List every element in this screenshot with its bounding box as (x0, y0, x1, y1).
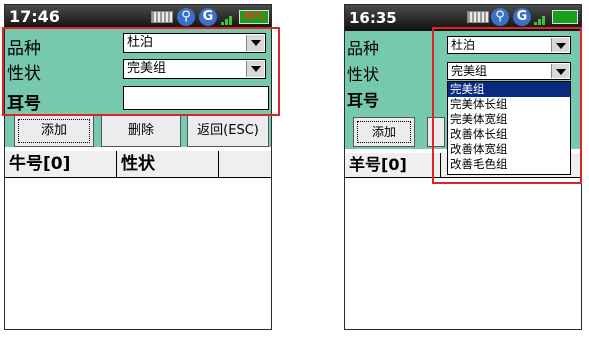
delete-button[interactable]: 删除 (101, 115, 181, 147)
clock: 17:46 (9, 7, 60, 26)
signal-icon (221, 13, 235, 25)
battery-icon: 86% (239, 10, 269, 24)
table-body[interactable] (345, 178, 581, 329)
usb-icon: ⚲ (491, 8, 509, 26)
highlight-box (432, 27, 582, 184)
keyboard-icon[interactable] (151, 11, 173, 23)
clock: 16:35 (349, 9, 397, 27)
column-header-sheep-id[interactable]: 羊号[0] (345, 153, 441, 177)
add-button[interactable]: 添加 (353, 117, 415, 147)
add-button[interactable]: 添加 (14, 115, 94, 147)
gprs-icon: G (513, 8, 531, 26)
back-button[interactable]: 返回(ESC) (187, 115, 269, 147)
gprs-icon: G (199, 8, 217, 26)
table-header: 牛号[0] 性状 (5, 151, 271, 178)
status-bar: 17:46 ⚲ G 86% (5, 5, 271, 29)
highlight-box (2, 27, 280, 116)
battery-icon (552, 10, 578, 24)
usb-icon: ⚲ (177, 8, 195, 26)
table-body[interactable] (5, 178, 271, 329)
column-header-trait[interactable]: 性状 (117, 151, 219, 177)
trait-label: 性状 (347, 65, 380, 84)
keyboard-icon[interactable] (467, 11, 489, 23)
column-header-cow-id[interactable]: 牛号[0] (5, 151, 117, 177)
breed-label: 品种 (347, 39, 380, 58)
column-header-extra[interactable] (219, 151, 271, 177)
signal-icon (534, 13, 548, 25)
ear-label: 耳号 (347, 91, 380, 110)
